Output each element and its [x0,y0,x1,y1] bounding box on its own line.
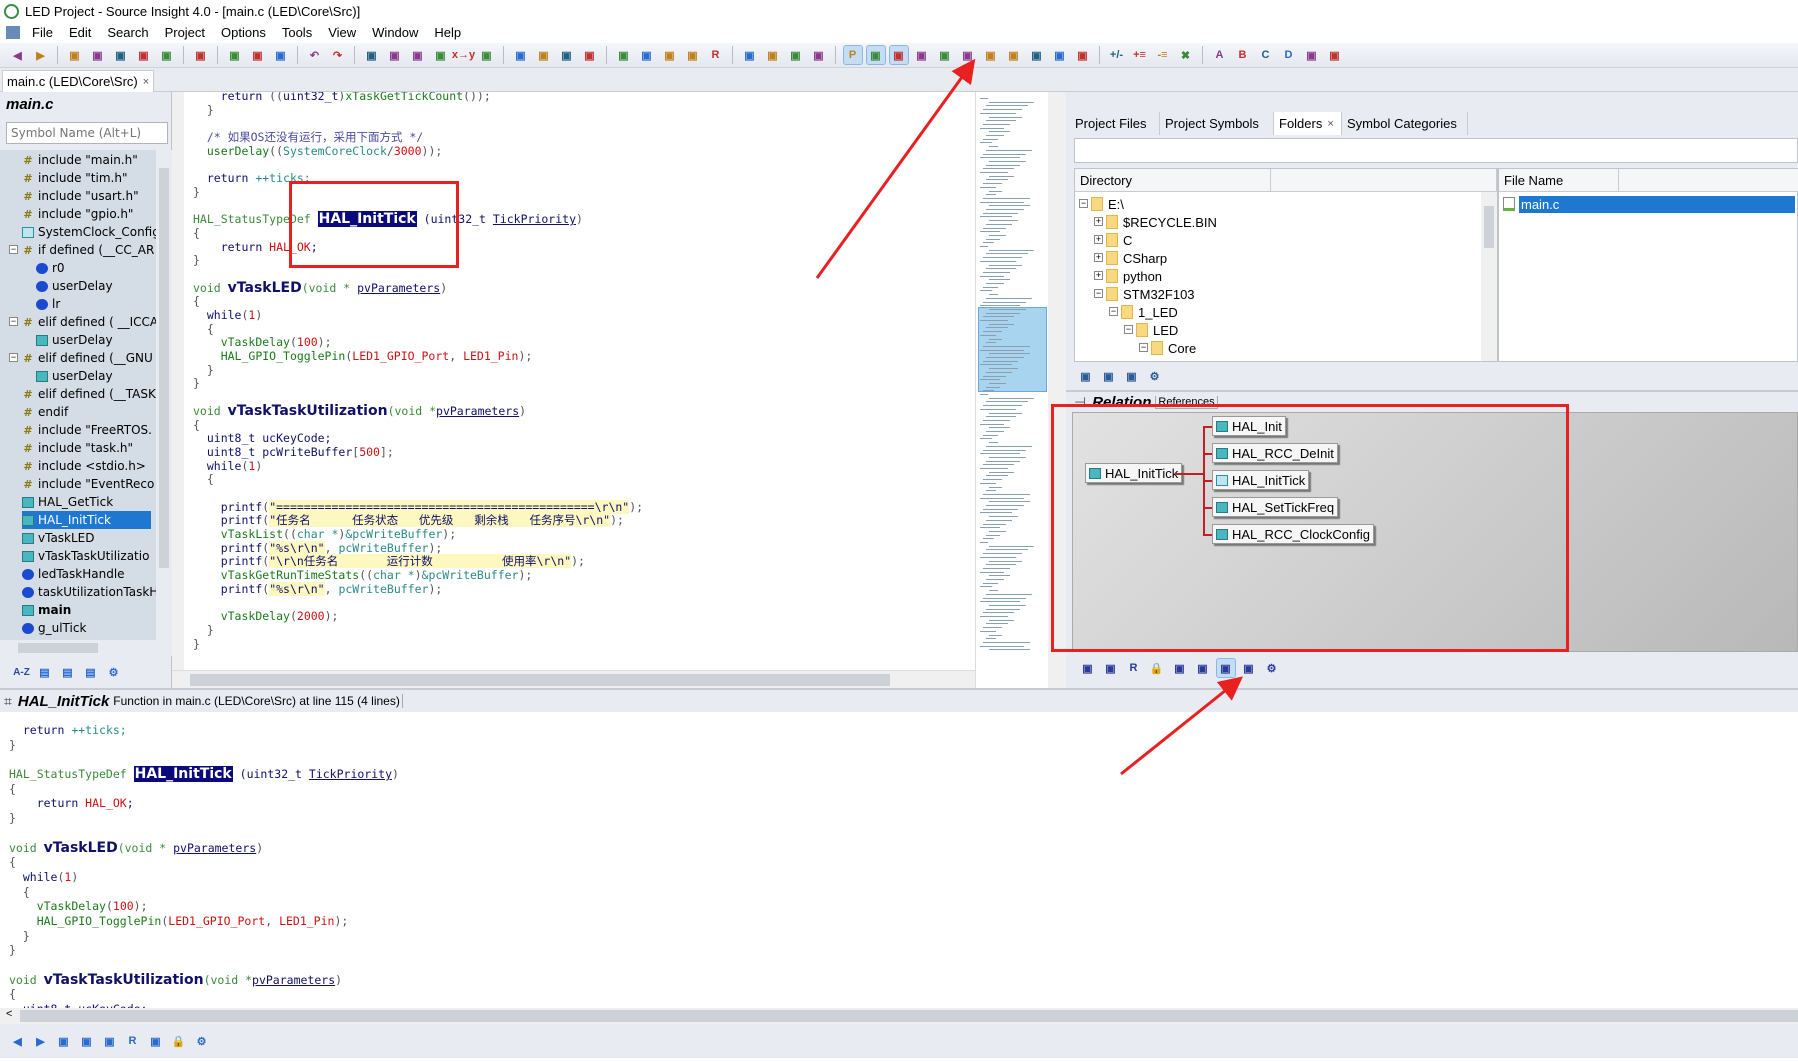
annotation-arrows [815,58,1244,776]
annotation-arrow [815,58,976,279]
annotation-arrow [1120,676,1244,776]
